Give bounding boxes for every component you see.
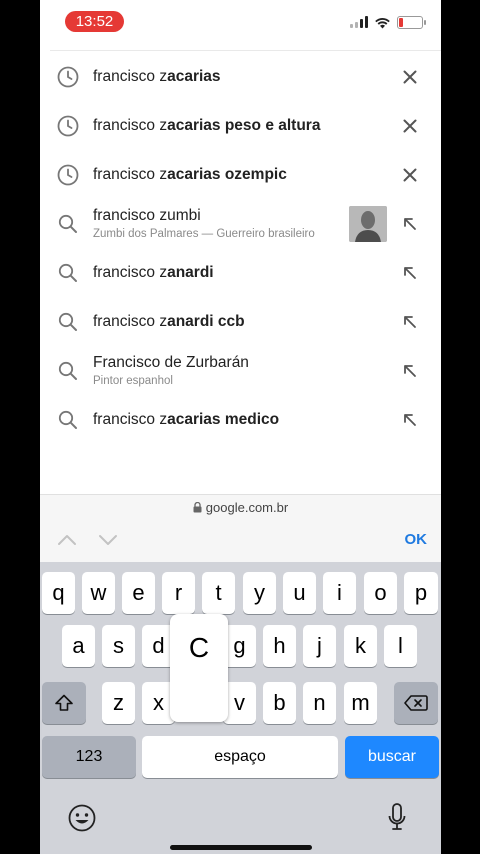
- suggestion-title: francisco zacarias medico: [93, 410, 280, 428]
- suggestion-row[interactable]: francisco zacarias peso e altura: [40, 101, 441, 150]
- arrow-up-left-icon[interactable]: [401, 362, 419, 380]
- url-bar[interactable]: google.com.br: [40, 494, 441, 520]
- suggestion-row[interactable]: francisco zanardi ccb: [40, 297, 441, 346]
- form-accessory-bar: OK: [40, 519, 441, 563]
- key-i[interactable]: i: [323, 572, 356, 614]
- key-q[interactable]: q: [42, 572, 75, 614]
- suggestion-title: francisco zanardi ccb: [93, 312, 245, 330]
- suggestion-row[interactable]: francisco zacarias medico: [40, 395, 441, 444]
- space-key[interactable]: espaço: [142, 736, 338, 778]
- close-icon[interactable]: [401, 166, 419, 184]
- shift-icon: [55, 694, 73, 711]
- microphone-icon[interactable]: [387, 802, 407, 834]
- key-w[interactable]: w: [82, 572, 115, 614]
- search-icon: [58, 312, 77, 331]
- suggestion-title: francisco zacarias ozempic: [93, 165, 287, 183]
- battery-icon: [397, 15, 426, 29]
- clock-icon: [57, 66, 79, 88]
- key-b[interactable]: b: [263, 682, 296, 724]
- suggestion-row[interactable]: francisco zacarias ozempic: [40, 150, 441, 199]
- suggestion-thumbnail: [349, 206, 387, 242]
- key-k[interactable]: k: [344, 625, 377, 667]
- search-icon: [58, 361, 77, 380]
- suggestion-title: francisco zacarias: [93, 67, 221, 85]
- search-icon: [58, 410, 77, 429]
- key-u[interactable]: u: [283, 572, 316, 614]
- ok-button[interactable]: OK: [405, 531, 428, 548]
- divider: [50, 50, 441, 51]
- suggestion-title: francisco zumbi: [93, 207, 201, 224]
- key-l[interactable]: l: [384, 625, 417, 667]
- signal-icon: [350, 16, 368, 28]
- chevron-down-icon[interactable]: [98, 531, 118, 549]
- key-z[interactable]: z: [102, 682, 135, 724]
- suggestion-row[interactable]: Francisco de Zurbarán Pintor espanhol: [40, 346, 441, 395]
- suggestion-row[interactable]: francisco zacarias: [40, 52, 441, 101]
- arrow-up-left-icon[interactable]: [401, 313, 419, 331]
- key-s[interactable]: s: [102, 625, 135, 667]
- suggestion-title: francisco zacarias peso e altura: [93, 116, 321, 134]
- status-bar: 13:52: [40, 0, 441, 51]
- clock-icon: [57, 115, 79, 137]
- key-preview-popup: C: [170, 614, 228, 722]
- arrow-up-left-icon[interactable]: [401, 264, 419, 282]
- key-p[interactable]: p: [404, 572, 438, 614]
- key-preview-char: C: [188, 632, 210, 663]
- url-text: google.com.br: [205, 500, 289, 515]
- suggestion-row[interactable]: francisco zanardi: [40, 248, 441, 297]
- status-time: 13:52: [65, 11, 124, 32]
- suggestion-title: Francisco de Zurbarán: [93, 354, 249, 371]
- search-icon: [58, 263, 77, 282]
- key-o[interactable]: o: [364, 572, 397, 614]
- key-n[interactable]: n: [303, 682, 336, 724]
- suggestion-subtitle: Pintor espanhol: [93, 375, 173, 387]
- lock-icon: [193, 502, 202, 513]
- screen: 13:52 francisco zacarias francisco zacar…: [40, 0, 441, 854]
- close-icon[interactable]: [401, 68, 419, 86]
- key-h[interactable]: h: [263, 625, 296, 667]
- arrow-up-left-icon[interactable]: [401, 215, 419, 233]
- arrow-up-left-icon[interactable]: [401, 411, 419, 429]
- clock-icon: [57, 164, 79, 186]
- key-a[interactable]: a: [62, 625, 95, 667]
- chevron-up-icon[interactable]: [57, 531, 77, 549]
- search-key[interactable]: buscar: [345, 736, 439, 778]
- portrait-image: [349, 206, 387, 242]
- key-t[interactable]: t: [202, 572, 235, 614]
- wifi-icon: [375, 17, 390, 28]
- backspace-key[interactable]: [394, 682, 438, 724]
- suggestion-subtitle: Zumbi dos Palmares — Guerreiro brasileir…: [93, 228, 315, 240]
- suggestion-row[interactable]: francisco zumbi Zumbi dos Palmares — Gue…: [40, 199, 441, 248]
- emoji-icon[interactable]: [67, 803, 97, 833]
- backspace-icon: [404, 695, 428, 711]
- key-j[interactable]: j: [303, 625, 336, 667]
- key-m[interactable]: m: [344, 682, 377, 724]
- numbers-key[interactable]: 123: [42, 736, 136, 778]
- key-e[interactable]: e: [122, 572, 155, 614]
- keyboard: q w e r t y u i o p a s d f g h j k l z …: [40, 562, 441, 854]
- home-indicator[interactable]: [170, 845, 312, 850]
- search-icon: [58, 214, 77, 233]
- status-icons: [350, 14, 426, 30]
- key-y[interactable]: y: [243, 572, 276, 614]
- close-icon[interactable]: [401, 117, 419, 135]
- shift-key[interactable]: [42, 682, 86, 724]
- key-r[interactable]: r: [162, 572, 195, 614]
- suggestion-title: francisco zanardi: [93, 263, 214, 281]
